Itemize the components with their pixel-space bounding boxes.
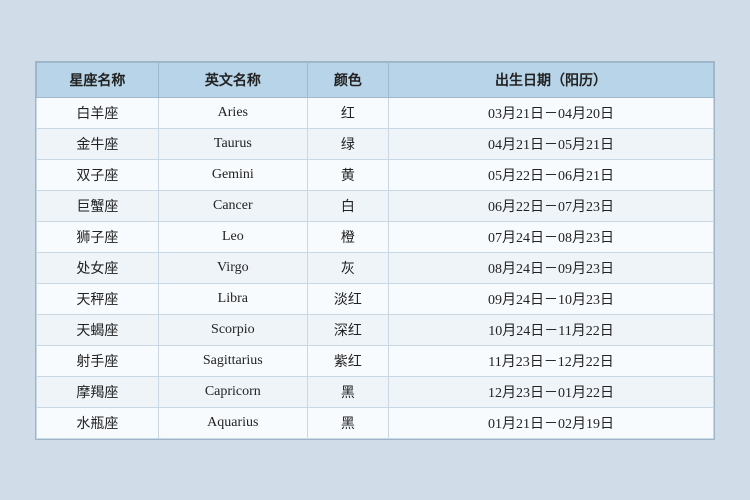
- table-row: 天蝎座Scorpio深红10月24日－11月22日: [37, 314, 714, 345]
- cell-date: 03月21日－04月20日: [389, 97, 714, 128]
- cell-en: Aquarius: [158, 407, 307, 438]
- cell-date: 07月24日－08月23日: [389, 221, 714, 252]
- table-row: 白羊座Aries红03月21日－04月20日: [37, 97, 714, 128]
- cell-zh: 金牛座: [37, 128, 159, 159]
- cell-zh: 射手座: [37, 345, 159, 376]
- cell-en: Virgo: [158, 252, 307, 283]
- cell-color: 淡红: [307, 283, 388, 314]
- cell-en: Scorpio: [158, 314, 307, 345]
- cell-color: 灰: [307, 252, 388, 283]
- cell-date: 10月24日－11月22日: [389, 314, 714, 345]
- cell-date: 12月23日－01月22日: [389, 376, 714, 407]
- cell-date: 11月23日－12月22日: [389, 345, 714, 376]
- cell-en: Gemini: [158, 159, 307, 190]
- header-date: 出生日期（阳历）: [389, 62, 714, 97]
- cell-date: 06月22日－07月23日: [389, 190, 714, 221]
- cell-color: 橙: [307, 221, 388, 252]
- cell-zh: 摩羯座: [37, 376, 159, 407]
- header-en: 英文名称: [158, 62, 307, 97]
- cell-en: Aries: [158, 97, 307, 128]
- cell-en: Sagittarius: [158, 345, 307, 376]
- table-row: 金牛座Taurus绿04月21日－05月21日: [37, 128, 714, 159]
- table-row: 摩羯座Capricorn黑12月23日－01月22日: [37, 376, 714, 407]
- cell-en: Libra: [158, 283, 307, 314]
- zodiac-table: 星座名称 英文名称 颜色 出生日期（阳历） 白羊座Aries红03月21日－04…: [36, 62, 714, 439]
- table-row: 处女座Virgo灰08月24日－09月23日: [37, 252, 714, 283]
- cell-en: Taurus: [158, 128, 307, 159]
- cell-date: 04月21日－05月21日: [389, 128, 714, 159]
- cell-zh: 天秤座: [37, 283, 159, 314]
- table-row: 巨蟹座Cancer白06月22日－07月23日: [37, 190, 714, 221]
- table-row: 狮子座Leo橙07月24日－08月23日: [37, 221, 714, 252]
- cell-en: Capricorn: [158, 376, 307, 407]
- cell-color: 紫红: [307, 345, 388, 376]
- header-color: 颜色: [307, 62, 388, 97]
- cell-zh: 水瓶座: [37, 407, 159, 438]
- cell-zh: 白羊座: [37, 97, 159, 128]
- cell-zh: 狮子座: [37, 221, 159, 252]
- cell-date: 09月24日－10月23日: [389, 283, 714, 314]
- header-zh: 星座名称: [37, 62, 159, 97]
- cell-date: 05月22日－06月21日: [389, 159, 714, 190]
- cell-color: 黄: [307, 159, 388, 190]
- cell-zh: 天蝎座: [37, 314, 159, 345]
- cell-zh: 双子座: [37, 159, 159, 190]
- cell-en: Cancer: [158, 190, 307, 221]
- cell-color: 黑: [307, 376, 388, 407]
- cell-en: Leo: [158, 221, 307, 252]
- cell-color: 绿: [307, 128, 388, 159]
- cell-color: 黑: [307, 407, 388, 438]
- cell-color: 深红: [307, 314, 388, 345]
- cell-color: 红: [307, 97, 388, 128]
- cell-date: 08月24日－09月23日: [389, 252, 714, 283]
- table-row: 双子座Gemini黄05月22日－06月21日: [37, 159, 714, 190]
- table-row: 水瓶座Aquarius黑01月21日－02月19日: [37, 407, 714, 438]
- zodiac-table-container: 星座名称 英文名称 颜色 出生日期（阳历） 白羊座Aries红03月21日－04…: [35, 61, 715, 440]
- table-row: 天秤座Libra淡红09月24日－10月23日: [37, 283, 714, 314]
- cell-color: 白: [307, 190, 388, 221]
- cell-zh: 处女座: [37, 252, 159, 283]
- cell-zh: 巨蟹座: [37, 190, 159, 221]
- cell-date: 01月21日－02月19日: [389, 407, 714, 438]
- table-row: 射手座Sagittarius紫红11月23日－12月22日: [37, 345, 714, 376]
- table-header-row: 星座名称 英文名称 颜色 出生日期（阳历）: [37, 62, 714, 97]
